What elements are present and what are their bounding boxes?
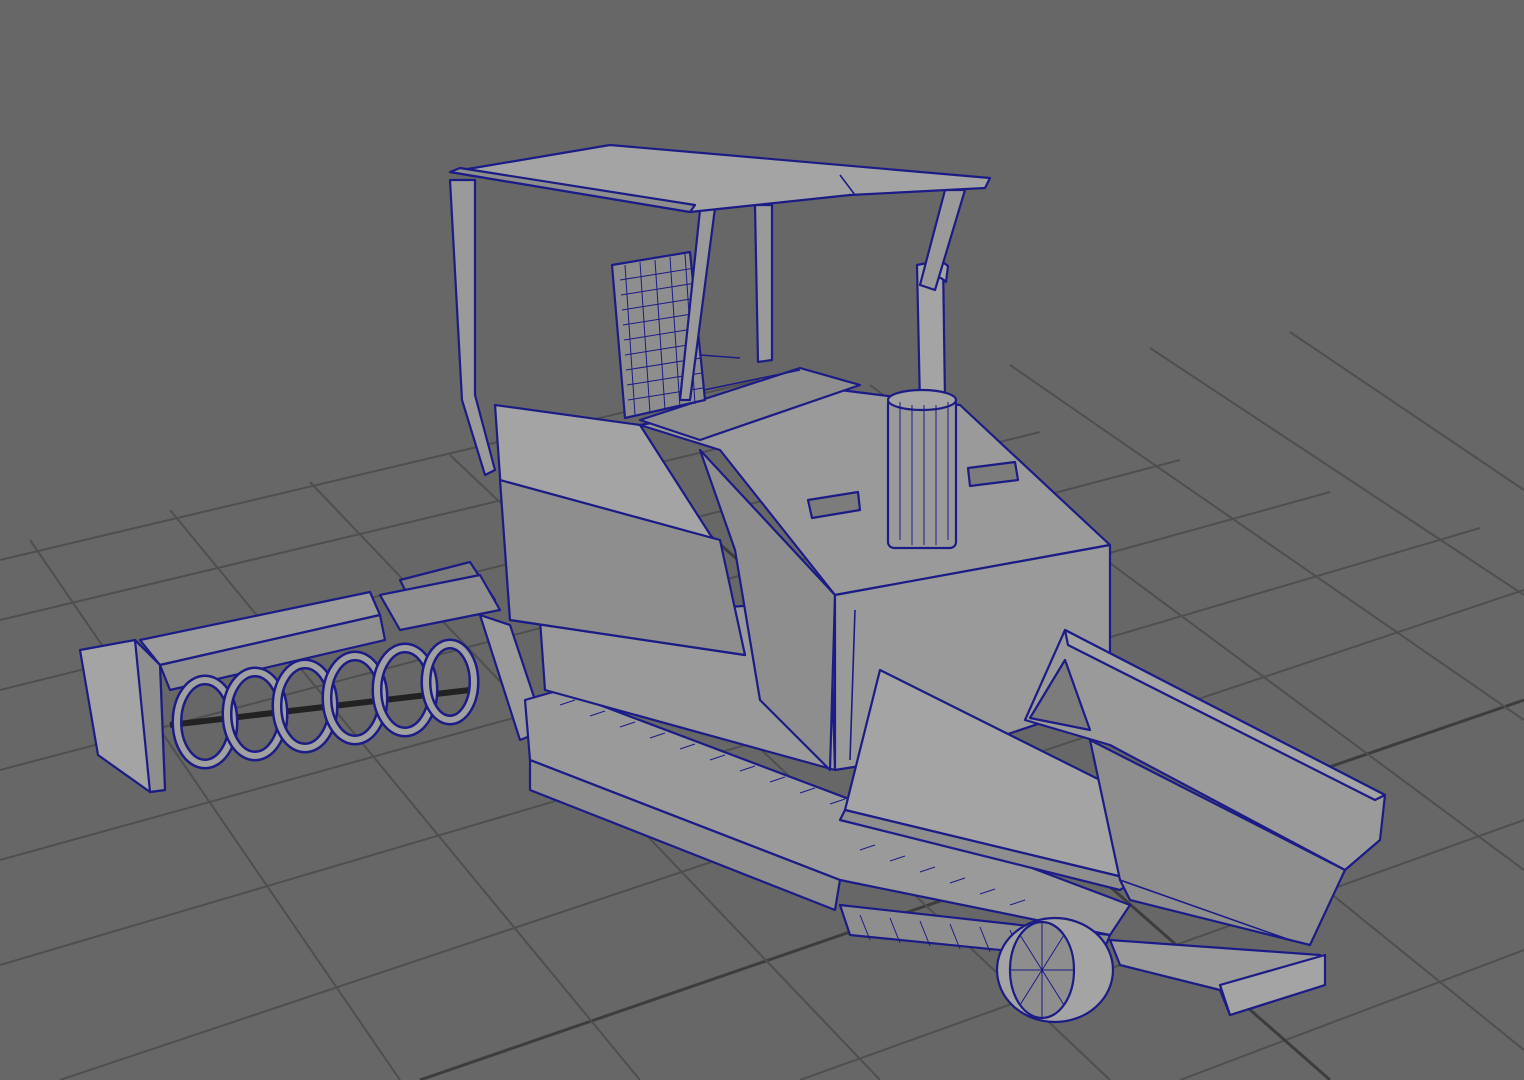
exhaust-stack[interactable] — [886, 258, 958, 550]
canopy-post-rear-right[interactable] — [753, 203, 774, 364]
3d-viewport[interactable] — [0, 0, 1524, 1080]
viewport-canvas[interactable] — [0, 0, 1524, 1080]
front-wheel[interactable] — [995, 916, 1115, 1024]
canopy-roof[interactable] — [448, 143, 992, 214]
canopy-post-rear-left[interactable] — [448, 178, 497, 477]
paver-model[interactable] — [78, 143, 1387, 1024]
